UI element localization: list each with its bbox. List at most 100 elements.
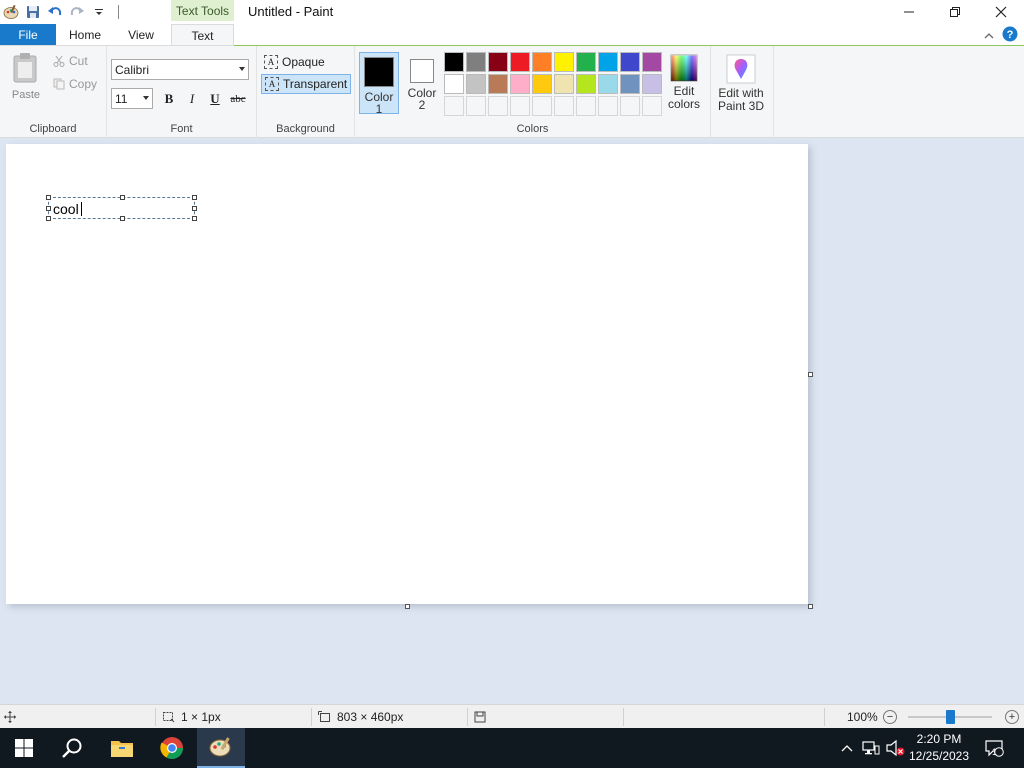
textbox-handle-ne[interactable] bbox=[192, 195, 197, 200]
edit-colors-button[interactable]: Edit colors bbox=[664, 54, 704, 111]
palette-color-swatch[interactable] bbox=[598, 52, 618, 72]
canvas-resize-handle-bottom[interactable] bbox=[405, 604, 410, 609]
underline-button[interactable]: U bbox=[205, 90, 225, 108]
palette-custom-slot[interactable] bbox=[532, 96, 552, 116]
chrome-button[interactable] bbox=[148, 728, 196, 768]
font-family-select[interactable]: Calibri bbox=[111, 59, 249, 80]
paint-app-icon[interactable] bbox=[0, 1, 22, 23]
zoom-in-button[interactable]: + bbox=[1005, 710, 1019, 724]
disk-icon bbox=[474, 711, 486, 723]
palette-color-swatch[interactable] bbox=[642, 52, 662, 72]
network-tray[interactable] bbox=[860, 728, 882, 768]
color1-swatch bbox=[364, 57, 394, 87]
tab-view[interactable]: View bbox=[116, 24, 166, 46]
volume-tray[interactable] bbox=[884, 728, 906, 768]
paste-button[interactable]: Paste bbox=[8, 52, 44, 101]
cut-label: Cut bbox=[69, 54, 88, 68]
italic-button[interactable]: I bbox=[182, 90, 202, 108]
palette-color-swatch[interactable] bbox=[532, 52, 552, 72]
title-bar: Text Tools Untitled - Paint bbox=[0, 0, 1024, 24]
palette-color-swatch[interactable] bbox=[488, 52, 508, 72]
palette-color-swatch[interactable] bbox=[510, 52, 530, 72]
palette-custom-slot[interactable] bbox=[444, 96, 464, 116]
paint-taskbar-button[interactable] bbox=[197, 728, 245, 768]
palette-custom-slot[interactable] bbox=[620, 96, 640, 116]
palette-color-swatch[interactable] bbox=[532, 74, 552, 94]
close-button[interactable] bbox=[978, 0, 1024, 24]
font-family-value: Calibri bbox=[115, 62, 150, 77]
palette-custom-slot[interactable] bbox=[554, 96, 574, 116]
file-explorer-button[interactable] bbox=[98, 728, 146, 768]
cut-button[interactable]: Cut bbox=[53, 54, 88, 68]
textbox-handle-se[interactable] bbox=[192, 216, 197, 221]
palette-color-swatch[interactable] bbox=[620, 74, 640, 94]
palette-color-swatch[interactable] bbox=[598, 74, 618, 94]
copy-button[interactable]: Copy bbox=[53, 77, 97, 91]
taskbar: 2:20 PM 12/25/2023 1 bbox=[0, 728, 1024, 768]
tab-home[interactable]: Home bbox=[60, 24, 110, 46]
font-group-label: Font bbox=[170, 123, 193, 135]
palette-color-swatch[interactable] bbox=[554, 74, 574, 94]
palette-color-swatch[interactable] bbox=[642, 74, 662, 94]
tab-text[interactable]: Text bbox=[171, 24, 234, 47]
action-center-button[interactable]: 1 bbox=[980, 728, 1008, 768]
palette-custom-slot[interactable] bbox=[598, 96, 618, 116]
palette-custom-slot[interactable] bbox=[510, 96, 530, 116]
palette-color-swatch[interactable] bbox=[466, 52, 486, 72]
palette-custom-slot[interactable] bbox=[642, 96, 662, 116]
help-icon[interactable]: ? bbox=[1002, 26, 1018, 45]
status-separator bbox=[467, 708, 468, 726]
customize-qat-icon[interactable] bbox=[88, 1, 110, 23]
strikethrough-button[interactable]: abc bbox=[228, 90, 248, 108]
restore-button[interactable] bbox=[932, 0, 978, 24]
show-hidden-icons[interactable] bbox=[838, 728, 856, 768]
opaque-icon: A bbox=[264, 55, 278, 69]
textbox-handle-n[interactable] bbox=[120, 195, 125, 200]
textbox-handle-s[interactable] bbox=[120, 216, 125, 221]
textbox-handle-w[interactable] bbox=[46, 206, 51, 211]
minimize-button[interactable] bbox=[886, 0, 932, 24]
palette-color-swatch[interactable] bbox=[576, 52, 596, 72]
drawing-canvas[interactable]: cool bbox=[6, 144, 808, 604]
edit-with-paint3d-button[interactable]: Edit with Paint 3D bbox=[716, 54, 766, 113]
text-box[interactable]: cool bbox=[46, 195, 197, 221]
canvas-resize-handle-corner[interactable] bbox=[808, 604, 813, 609]
textbox-handle-nw[interactable] bbox=[46, 195, 51, 200]
color2-button[interactable]: Color 2 bbox=[402, 52, 442, 114]
opaque-button[interactable]: A Opaque bbox=[261, 52, 328, 72]
palette-custom-slot[interactable] bbox=[488, 96, 508, 116]
palette-color-swatch[interactable] bbox=[444, 74, 464, 94]
color1-button[interactable]: Color 1 bbox=[359, 52, 399, 115]
system-clock[interactable]: 2:20 PM 12/25/2023 bbox=[904, 731, 974, 765]
zoom-out-button[interactable]: − bbox=[883, 710, 897, 724]
zoom-slider-thumb[interactable] bbox=[946, 710, 955, 724]
palette-color-swatch[interactable] bbox=[620, 52, 640, 72]
palette-color-swatch[interactable] bbox=[444, 52, 464, 72]
textbox-text: cool bbox=[53, 201, 79, 217]
save-icon[interactable] bbox=[22, 1, 44, 23]
canvas-resize-handle-right[interactable] bbox=[808, 372, 813, 377]
svg-text:?: ? bbox=[1007, 29, 1014, 41]
palette-color-swatch[interactable] bbox=[510, 74, 530, 94]
redo-icon[interactable] bbox=[66, 1, 88, 23]
palette-color-swatch[interactable] bbox=[576, 74, 596, 94]
bold-button[interactable]: B bbox=[159, 90, 179, 108]
palette-color-swatch[interactable] bbox=[554, 52, 574, 72]
minimize-ribbon-icon[interactable] bbox=[984, 29, 994, 43]
textbox-handle-e[interactable] bbox=[192, 206, 197, 211]
transparent-button[interactable]: A Transparent bbox=[261, 74, 352, 94]
palette-custom-slot[interactable] bbox=[576, 96, 596, 116]
palette-color-swatch[interactable] bbox=[466, 74, 486, 94]
tab-file[interactable]: File bbox=[0, 24, 56, 46]
font-size-select[interactable]: 11 bbox=[111, 88, 153, 109]
textbox-handle-sw[interactable] bbox=[46, 216, 51, 221]
windows-logo-icon bbox=[15, 739, 33, 757]
selection-size: 1 × 1px bbox=[162, 705, 221, 729]
move-cursor-icon bbox=[4, 711, 16, 723]
start-button[interactable] bbox=[0, 728, 48, 768]
search-button[interactable] bbox=[48, 728, 96, 768]
undo-icon[interactable] bbox=[44, 1, 66, 23]
palette-color-swatch[interactable] bbox=[488, 74, 508, 94]
palette-custom-slot[interactable] bbox=[466, 96, 486, 116]
copy-icon bbox=[53, 78, 65, 90]
